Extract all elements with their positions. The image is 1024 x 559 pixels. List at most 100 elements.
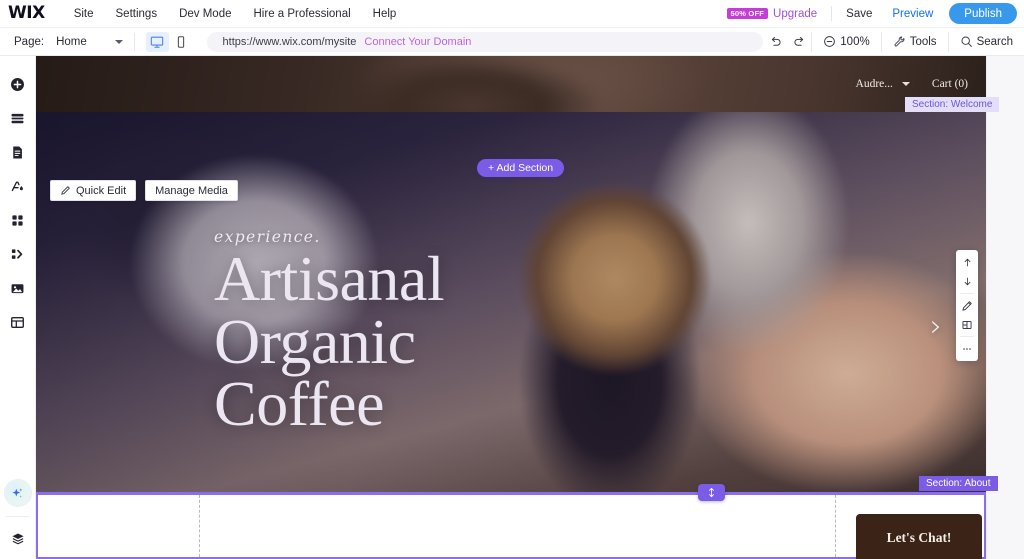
vertical-resize-icon — [709, 487, 714, 498]
hero-text-block[interactable]: experience. Artisanal Organic Coffee — [214, 228, 445, 440]
desktop-icon — [151, 36, 164, 48]
sidebar-item-site-design[interactable] — [4, 172, 32, 200]
tools-button[interactable]: Tools — [882, 28, 948, 56]
lets-chat-button[interactable]: Let's Chat! — [856, 514, 982, 559]
account-name-label: Audre... — [855, 78, 893, 90]
undo-button[interactable] — [763, 30, 787, 54]
element-float-toolbar — [956, 250, 978, 361]
sidebar-item-add-elements[interactable] — [4, 70, 32, 98]
divider — [831, 6, 833, 21]
site-stage: Audre... Cart (0) Section: Welcome + Add… — [36, 56, 1000, 559]
current-page-name[interactable]: Home — [44, 36, 87, 48]
mobile-view-button[interactable] — [169, 32, 192, 52]
site-header-section[interactable]: Audre... Cart (0) — [36, 56, 986, 112]
layers-icon — [11, 533, 24, 545]
cart-link[interactable]: Cart (0) — [932, 78, 968, 90]
menu-item-site[interactable]: Site — [63, 0, 105, 28]
ellipsis-icon — [963, 347, 971, 350]
divider — [960, 336, 974, 337]
embed-code-icon — [11, 248, 23, 259]
move-up-button[interactable] — [957, 253, 977, 272]
sidebar-item-add-section[interactable] — [4, 104, 32, 132]
sidebar-item-ai-assistant[interactable] — [4, 480, 31, 506]
divider — [133, 32, 135, 51]
upgrade-link[interactable]: Upgrade — [773, 8, 817, 20]
hero-title-line-1: Artisanal — [214, 243, 445, 314]
site-url-bar[interactable]: https://www.wix.com/mysite Connect Your … — [206, 31, 764, 52]
quick-edit-button[interactable]: Quick Edit — [50, 180, 137, 201]
account-menu[interactable]: Audre... — [856, 78, 910, 90]
zoom-level-label: 100% — [840, 35, 870, 48]
layout-guide-left — [199, 495, 200, 557]
zoom-control[interactable]: 100% — [812, 28, 880, 56]
toolbar-right-actions: 100% Tools Search — [763, 28, 1024, 56]
preview-button[interactable]: Preview — [882, 8, 943, 20]
cart-label: Cart (0) — [931, 78, 968, 90]
editor-canvas[interactable]: Audre... Cart (0) Section: Welcome + Add… — [36, 56, 1024, 559]
mobile-icon — [177, 35, 184, 48]
sidebar-item-layers[interactable] — [4, 525, 32, 553]
apps-grid-icon — [12, 214, 23, 226]
pencil-icon — [962, 300, 972, 311]
arrow-down-icon — [964, 277, 970, 286]
header-background-image — [36, 56, 986, 112]
desktop-view-button[interactable] — [145, 31, 170, 52]
edit-design-button[interactable] — [957, 296, 977, 315]
left-sidebar — [0, 56, 36, 559]
zoom-out-icon — [824, 36, 836, 47]
more-options-button[interactable] — [957, 339, 977, 358]
wrench-icon — [894, 36, 905, 47]
connect-domain-link[interactable]: Connect Your Domain — [364, 36, 471, 48]
save-button[interactable]: Save — [836, 8, 882, 20]
redo-button[interactable] — [787, 30, 811, 54]
top-bar-actions: 50% OFF Upgrade Save Preview Publish — [726, 0, 1024, 28]
search-icon — [961, 36, 972, 47]
search-button[interactable]: Search — [949, 28, 1024, 56]
undo-icon — [771, 37, 781, 46]
arrow-up-icon — [964, 258, 970, 267]
search-label: Search — [976, 35, 1013, 48]
page-label: Page: — [14, 35, 45, 48]
ai-sparkle-icon — [12, 487, 23, 498]
section-welcome-badge: Section: Welcome — [905, 97, 1000, 112]
sidebar-item-pages[interactable] — [4, 138, 32, 166]
page-icon — [13, 146, 22, 158]
layout-icon — [962, 320, 972, 329]
hero-title-line-2: Organic — [214, 305, 416, 377]
sidebar-item-apps-market[interactable] — [4, 206, 32, 234]
sidebar-item-embed-code[interactable] — [4, 240, 32, 268]
menu-item-hire-a-professional[interactable]: Hire a Professional — [243, 0, 362, 28]
next-slide-button[interactable]: › — [930, 312, 942, 342]
promo-badge: 50% OFF — [726, 7, 769, 20]
quick-edit-label: Quick Edit — [76, 184, 127, 197]
add-section-button[interactable]: + Add Section — [477, 159, 565, 177]
database-table-icon — [11, 316, 24, 328]
redo-icon — [794, 37, 803, 46]
manage-media-button[interactable]: Manage Media — [145, 180, 238, 201]
chevron-down-icon[interactable] — [114, 39, 123, 44]
section-about-badge: Section: About — [919, 476, 998, 491]
menu-item-dev-mode[interactable]: Dev Mode — [168, 0, 242, 28]
tools-label: Tools — [909, 35, 937, 48]
divider — [5, 516, 30, 517]
publish-button[interactable]: Publish — [949, 3, 1017, 24]
hero-title-line-3: Coffee — [214, 368, 384, 440]
manage-media-label: Manage Media — [155, 184, 228, 197]
move-down-button[interactable] — [957, 272, 977, 291]
site-url-text: https://www.wix.com/mysite — [222, 35, 357, 48]
top-menu-bar: WIX Site Settings Dev Mode Hire a Profes… — [0, 0, 1024, 28]
wix-editor-window: WIX Site Settings Dev Mode Hire a Profes… — [0, 0, 1024, 559]
menu-item-help[interactable]: Help — [362, 0, 408, 28]
chevron-down-icon[interactable] — [901, 82, 910, 86]
section-resize-handle[interactable] — [698, 484, 725, 501]
divider — [960, 293, 974, 294]
plus-circle-icon — [11, 77, 24, 91]
sidebar-item-content-manager[interactable] — [4, 308, 32, 336]
sections-icon — [11, 113, 24, 123]
menu-item-settings[interactable]: Settings — [105, 0, 169, 28]
about-section[interactable]: Let's Chat! — [36, 484, 986, 559]
wix-logo[interactable]: WIX — [0, 5, 63, 22]
editor-toolbar: Page: Home https://www.wix.com/mysite Co… — [0, 28, 1024, 56]
sidebar-item-media-manager[interactable] — [4, 274, 32, 302]
layout-button[interactable] — [957, 315, 977, 334]
